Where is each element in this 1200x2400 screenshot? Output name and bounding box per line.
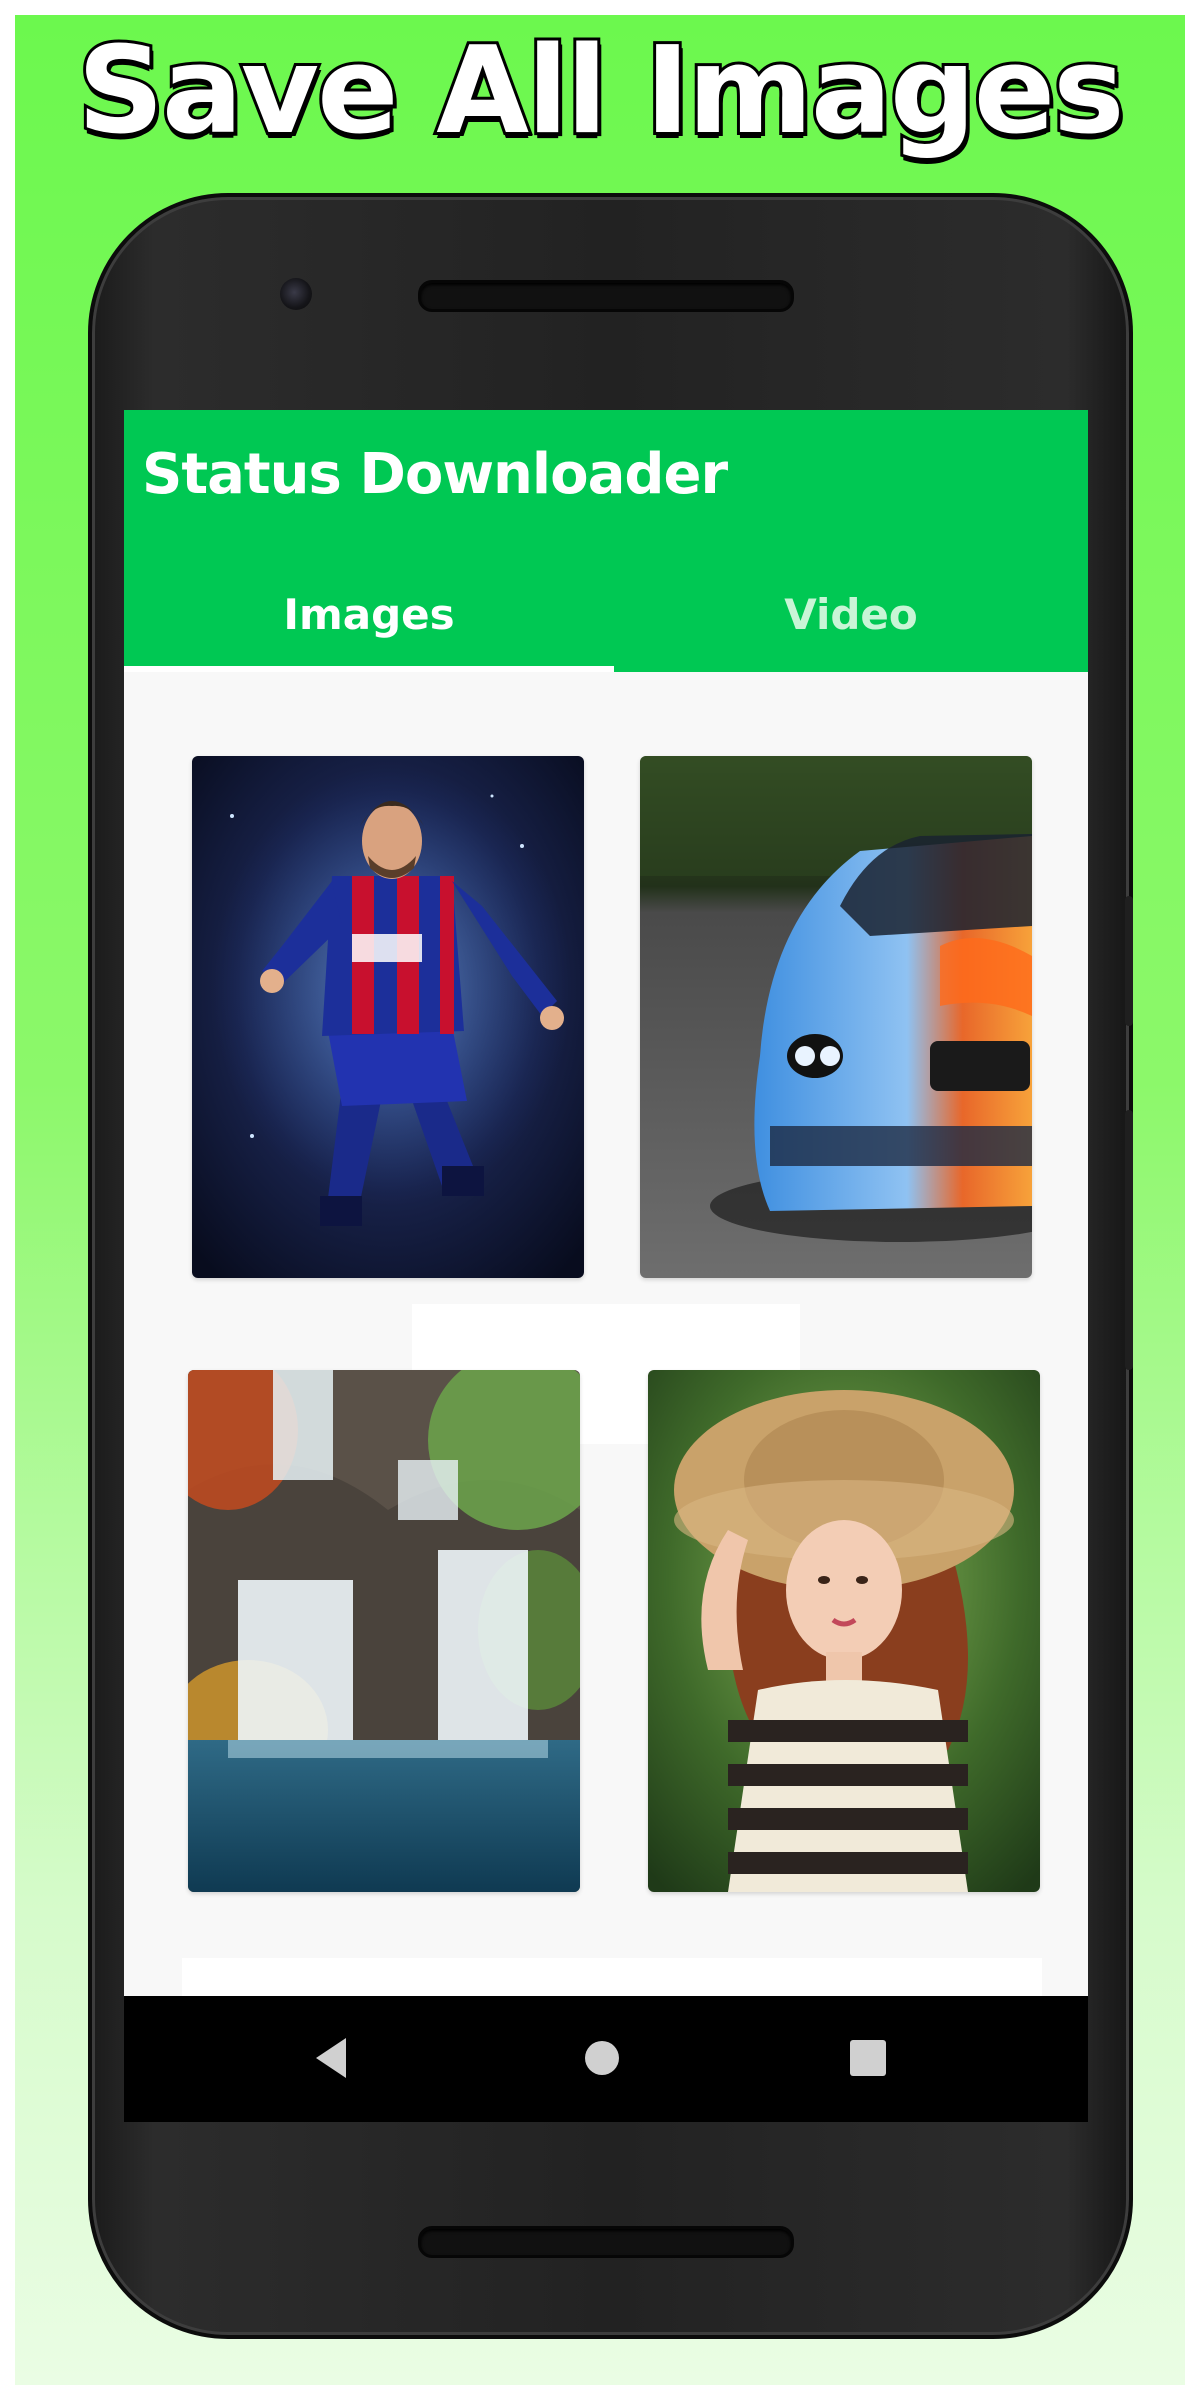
power-button	[1125, 896, 1133, 1026]
tab-images[interactable]: Images	[124, 570, 614, 670]
portrait-photo	[648, 1370, 1040, 1892]
waterfall-photo	[188, 1370, 580, 1892]
tab-video[interactable]: Video	[614, 570, 1088, 670]
system-navigation-bar	[124, 1996, 1088, 2122]
image-thumbnail-player[interactable]	[192, 756, 584, 1278]
car-photo	[640, 756, 1032, 1278]
recents-square-icon[interactable]	[836, 2026, 900, 2090]
promo-canvas: Save All Images Status Downloader Images…	[0, 0, 1200, 2400]
app-bar: Status Downloader Images Video	[124, 410, 1088, 672]
placeholder-card-bottom	[182, 1958, 1042, 1998]
image-thumbnail-car[interactable]	[640, 756, 1032, 1278]
tab-selected-indicator	[124, 666, 614, 672]
top-speaker-grille	[418, 280, 794, 312]
promo-headline: Save All Images	[74, 19, 1127, 164]
image-thumbnail-waterfall[interactable]	[188, 1370, 580, 1892]
back-triangle-icon[interactable]	[302, 2026, 366, 2090]
player-photo	[192, 756, 584, 1278]
phone-screen: Status Downloader Images Video	[124, 410, 1088, 2122]
bottom-speaker-grille	[418, 2226, 794, 2258]
volume-button	[1125, 1110, 1133, 1370]
image-thumbnail-portrait[interactable]	[648, 1370, 1040, 1892]
home-circle-icon[interactable]	[570, 2026, 634, 2090]
app-title: Status Downloader	[142, 442, 728, 507]
front-camera	[280, 278, 312, 310]
